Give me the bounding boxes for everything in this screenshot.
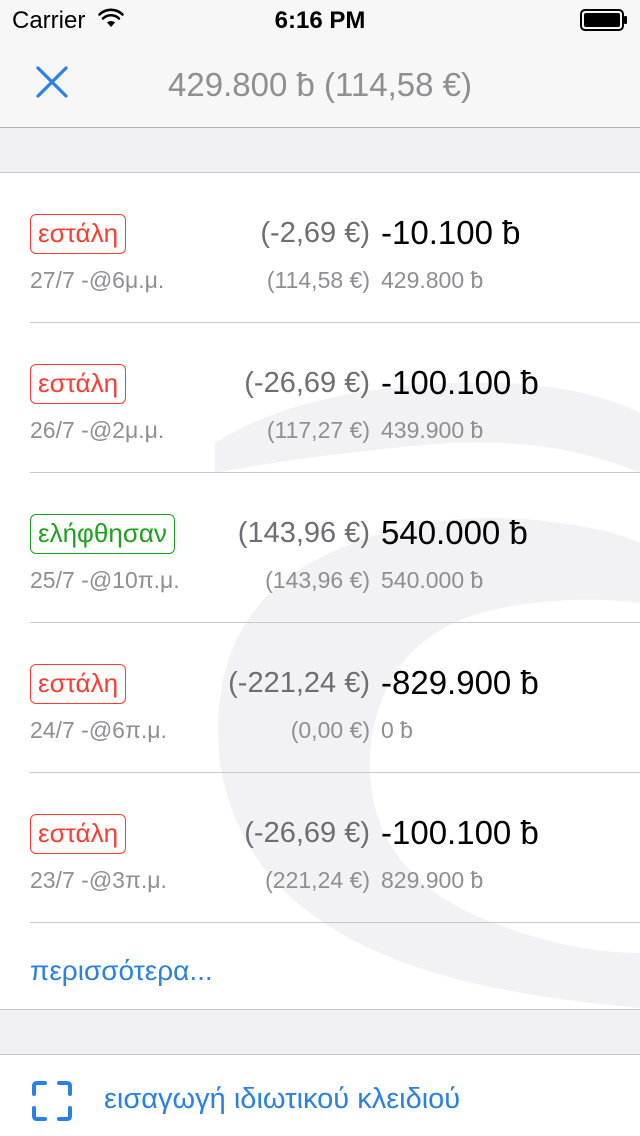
wallet-balance-title: 429.800 ƀ (114,58 €) (168, 66, 472, 103)
fiat-balance: (221,24 €) (265, 867, 370, 893)
fiat-amount: (-2,69 €) (260, 217, 370, 249)
transaction-amount: -100.100 ƀ (381, 364, 539, 401)
transaction-row[interactable]: ελήφθησαν (143,96 €) 540.000 ƀ 25/7 -@10… (0, 473, 640, 623)
import-private-key-button[interactable]: εισαγωγή ιδιωτικού κλειδιού (0, 1054, 640, 1136)
nav-bar: 429.800 ƀ (114,58 €) (0, 40, 640, 128)
transaction-date: 24/7 -@6π.μ. (30, 717, 167, 743)
status-bar: Carrier 6:16 PM (0, 0, 640, 40)
transaction-row[interactable]: εστάλη (-2,69 €) -10.100 ƀ 27/7 -@6μ.μ. … (0, 173, 640, 323)
fiat-balance: (0,00 €) (290, 717, 370, 743)
fiat-amount: (-221,24 €) (228, 667, 370, 699)
transaction-date: 27/7 -@6μ.μ. (30, 267, 165, 293)
import-private-key-label: εισαγωγή ιδιωτικού κλειδιού (104, 1083, 461, 1115)
scan-frame-icon (32, 1081, 72, 1121)
running-balance: 540.000 ƀ (381, 567, 484, 593)
transactions-section: εστάλη (-2,69 €) -10.100 ƀ 27/7 -@6μ.μ. … (0, 172, 640, 1010)
transaction-row[interactable]: εστάλη (-26,69 €) -100.100 ƀ 26/7 -@2μ.μ… (0, 323, 640, 473)
transaction-amount: -10.100 ƀ (381, 214, 521, 251)
status-badge: εστάλη (30, 664, 127, 704)
clock: 6:16 PM (274, 7, 366, 34)
battery-full-icon (580, 9, 627, 31)
fiat-balance: (114,58 €) (266, 267, 370, 293)
fiat-balance: (143,96 €) (265, 567, 370, 593)
more-transactions-link[interactable]: περισσότερα... (30, 955, 213, 987)
transaction-amount: -100.100 ƀ (381, 814, 539, 851)
fiat-amount: (143,96 €) (237, 517, 370, 549)
running-balance: 0 ƀ (381, 717, 413, 743)
fiat-amount: (-26,69 €) (244, 817, 370, 849)
running-balance: 439.900 ƀ (381, 417, 484, 443)
transaction-amount: 540.000 ƀ (381, 514, 528, 551)
status-badge: εστάλη (30, 214, 127, 254)
status-badge: εστάλη (30, 364, 127, 404)
transaction-date: 25/7 -@10π.μ. (30, 567, 180, 593)
fiat-amount: (-26,69 €) (244, 367, 370, 399)
fiat-balance: (117,27 €) (266, 417, 370, 443)
transaction-date: 26/7 -@2μ.μ. (30, 417, 165, 443)
status-badge: ελήφθησαν (30, 514, 175, 554)
transaction-row[interactable]: εστάλη (-26,69 €) -100.100 ƀ 23/7 -@3π.μ… (0, 773, 640, 923)
row-divider (30, 922, 640, 923)
transaction-date: 23/7 -@3π.μ. (30, 867, 167, 893)
transaction-amount: -829.900 ƀ (381, 664, 539, 701)
running-balance: 429.800 ƀ (381, 267, 484, 293)
status-badge: εστάλη (30, 814, 127, 854)
running-balance: 829.900 ƀ (381, 867, 484, 893)
transaction-row[interactable]: εστάλη (-221,24 €) -829.900 ƀ 24/7 -@6π.… (0, 623, 640, 773)
